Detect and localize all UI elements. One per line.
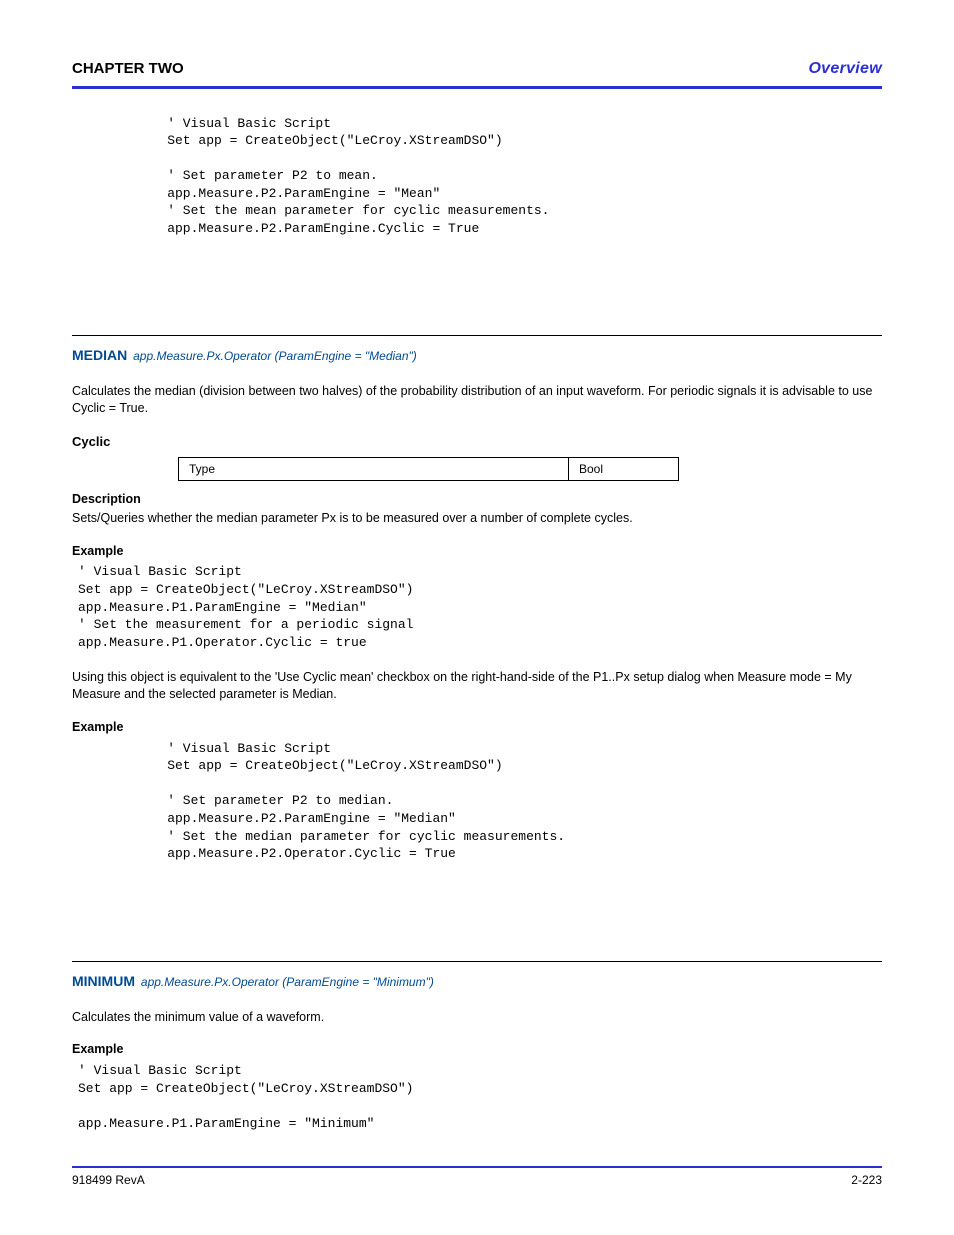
section-rule — [72, 961, 882, 962]
section-path: app.Measure.Px.Operator (ParamEngine = "… — [133, 349, 417, 363]
attr-value-type: Bool — [569, 457, 679, 480]
section-title: MINIMUM — [72, 973, 135, 989]
footer-pagenumber: 2-223 — [851, 1172, 882, 1188]
median-description: Sets/Queries whether the median paramete… — [72, 510, 882, 527]
section-rule — [72, 335, 882, 336]
section-heading-median: MEDIAN app.Measure.Px.Operator (ParamEng… — [72, 346, 882, 365]
footer-docnumber: 918499 RevA — [72, 1172, 145, 1188]
page-header: CHAPTER TWO Overview — [72, 58, 882, 80]
code-block-median-example2: ' Visual Basic Script Set app = CreateOb… — [136, 740, 882, 863]
code-block-minimum-example: ' Visual Basic Script Set app = CreateOb… — [78, 1062, 882, 1132]
header-rule — [72, 86, 882, 89]
attr-label-type: Type — [179, 457, 569, 480]
page-footer: 918499 RevA 2-223 — [72, 1172, 882, 1188]
section-title: MEDIAN — [72, 347, 127, 363]
section-heading-minimum: MINIMUM app.Measure.Px.Operator (ParamEn… — [72, 972, 882, 991]
median-post-text: Using this object is equivalent to the '… — [72, 669, 882, 703]
minimum-intro: Calculates the minimum value of a wavefo… — [72, 1009, 882, 1026]
code-block-mean-example: ' Visual Basic Script Set app = CreateOb… — [136, 115, 882, 238]
property-name-cyclic: Cyclic — [72, 433, 882, 451]
code-block-median-example1: ' Visual Basic Script Set app = CreateOb… — [78, 563, 882, 651]
median-intro: Calculates the median (division between … — [72, 383, 882, 417]
chapter-label: CHAPTER TWO — [72, 59, 184, 79]
description-label: Description — [72, 491, 882, 508]
section-path: app.Measure.Px.Operator (ParamEngine = "… — [141, 975, 434, 989]
footer-rule — [72, 1166, 882, 1168]
example-label-2: Example — [72, 719, 882, 736]
example-label-min: Example — [72, 1041, 882, 1058]
example-label: Example — [72, 543, 882, 560]
property-type-table: Type Bool — [178, 457, 679, 481]
header-section-title: Overview — [808, 58, 882, 80]
